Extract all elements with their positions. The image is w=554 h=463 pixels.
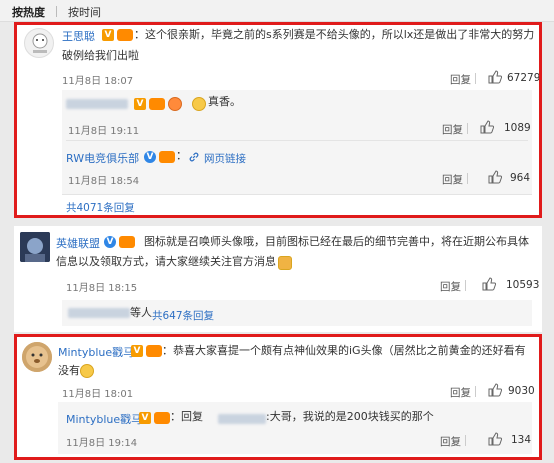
reply-time: 11月8日 18:54	[68, 176, 140, 187]
action-divider	[465, 435, 466, 446]
reply-button[interactable]: 回复	[450, 385, 471, 400]
more-replies-link[interactable]: 共4071条回复	[66, 200, 135, 215]
like-icon[interactable]	[480, 120, 494, 134]
reply-button[interactable]: 回复	[442, 172, 463, 187]
action-divider	[467, 173, 468, 184]
like-count: 1089	[504, 122, 531, 134]
more-replies-link[interactable]: 共647条回复	[152, 308, 214, 323]
reply-prefix: ：回复	[170, 410, 203, 423]
tab-by-hot[interactable]: 按热度	[12, 4, 45, 20]
member-crown-icon	[146, 345, 162, 357]
comment-user-name[interactable]: Mintyblue戳马	[58, 344, 134, 360]
comment-user-name[interactable]: 王思聪	[62, 28, 95, 44]
medal-icon	[168, 97, 182, 111]
tab-divider	[56, 6, 57, 17]
comment-text-cont: 没有	[58, 364, 80, 377]
member-crown-icon	[154, 412, 170, 424]
divider	[62, 194, 532, 195]
reply-user-name[interactable]: RW电竞俱乐部	[66, 150, 139, 166]
member-crown-icon	[159, 151, 175, 163]
avatar[interactable]	[24, 28, 54, 58]
action-divider	[465, 280, 466, 291]
reply-button[interactable]: 回复	[442, 122, 463, 137]
member-crown-icon	[149, 98, 165, 110]
like-count: 67279	[507, 72, 541, 84]
divider	[66, 140, 528, 141]
reply-time: 11月8日 19:11	[68, 126, 140, 137]
doge-emoji-icon	[192, 97, 206, 111]
comment-text-cont: 破例给我们出啦	[62, 49, 139, 62]
member-crown-icon	[119, 236, 135, 248]
comment-text: ：恭喜大家喜提一个颇有点神仙效果的iG头像（居然比之前黄金的还好看有	[162, 344, 526, 357]
tab-by-time[interactable]: 按时间	[68, 4, 101, 20]
action-divider	[475, 386, 476, 397]
like-icon[interactable]	[488, 70, 502, 84]
reply-time: 11月8日 19:14	[66, 438, 138, 449]
link-icon	[189, 152, 199, 162]
like-count: 134	[511, 434, 532, 446]
reply-text: 真香。	[208, 95, 241, 108]
like-count: 964	[510, 172, 531, 184]
web-link[interactable]: 网页链接	[204, 151, 246, 166]
reply-text: :大哥，我说的是200块钱买的那个	[266, 410, 434, 423]
verified-v-icon: V	[131, 345, 143, 357]
comment-time: 11月8日 18:01	[62, 389, 134, 400]
like-icon[interactable]	[488, 383, 502, 397]
like-icon[interactable]	[488, 432, 502, 446]
verified-blue-v-icon: V	[144, 151, 156, 163]
verified-blue-v-icon: V	[104, 236, 116, 248]
blurred-username	[68, 308, 130, 318]
pray-emoji-icon	[278, 256, 292, 270]
sort-tabs: 按热度 按时间	[0, 0, 554, 22]
like-count: 10593	[506, 279, 540, 291]
reply-button[interactable]: 回复	[440, 279, 461, 294]
blurred-username	[218, 414, 266, 424]
comment-time: 11月8日 18:15	[66, 283, 138, 294]
comment-text: 图标就是召唤师头像哦，目前图标已经在最后的细节完善中，将在近期公布具体	[144, 235, 529, 248]
comment-time: 11月8日 18:07	[62, 76, 134, 87]
reply-user-name[interactable]: Mintyblue戳马	[66, 411, 142, 427]
avatar[interactable]	[22, 342, 52, 372]
like-icon[interactable]	[482, 277, 496, 291]
doge-emoji-icon	[80, 364, 94, 378]
verified-v-icon: V	[139, 412, 151, 424]
member-crown-icon	[117, 29, 133, 41]
reply-button[interactable]: 回复	[440, 434, 461, 449]
verified-v-icon: V	[134, 98, 146, 110]
comment-text-cont: 信息以及领取方式，请大家继续关注官方消息	[56, 255, 276, 268]
verified-v-icon: V	[102, 29, 114, 41]
reply-button[interactable]: 回复	[450, 72, 471, 87]
avatar[interactable]	[20, 232, 50, 262]
action-divider	[475, 73, 476, 84]
like-icon[interactable]	[488, 170, 502, 184]
comment-text: ：这个很亲斯，毕竟之前的s系列赛是不给头像的，所以lx还是做出了非常大的努力	[134, 28, 535, 41]
blurred-username	[66, 99, 128, 109]
comment-user-name[interactable]: 英雄联盟	[56, 235, 100, 251]
action-divider	[467, 123, 468, 134]
like-count: 9030	[508, 385, 535, 397]
reply-preview-tail: 等人	[130, 306, 152, 319]
